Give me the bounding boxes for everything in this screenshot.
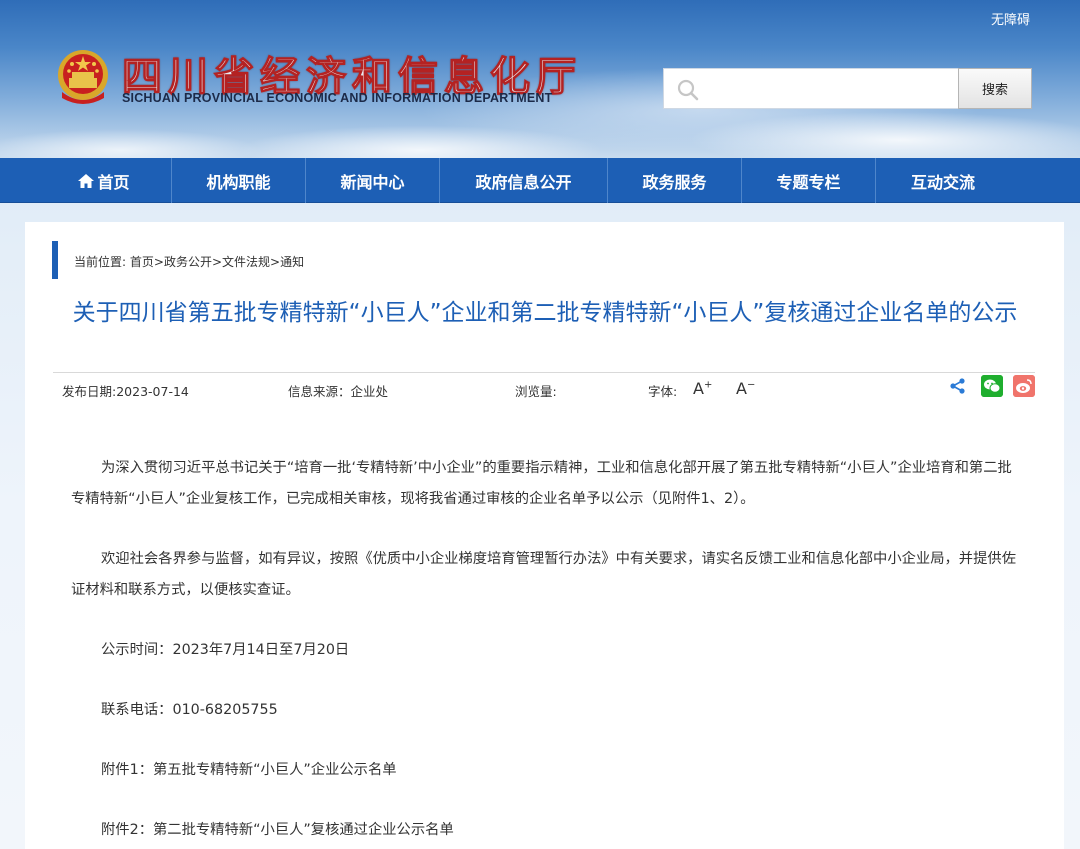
home-icon xyxy=(78,173,95,188)
article-body: 为深入贯彻习近平总书记关于“培育一批‘专精特新’中小企业”的重要指示精神，工业和… xyxy=(71,453,1021,849)
nav-item-label: 政务服务 xyxy=(642,172,707,192)
search-icon xyxy=(677,79,699,101)
font-increase-label: A xyxy=(693,379,704,398)
nav-item-interaction[interactable]: 互动交流 xyxy=(876,158,1010,203)
accessibility-link[interactable]: 无障碍 xyxy=(991,9,1030,28)
share-icon[interactable] xyxy=(949,377,967,395)
attachment-link-2[interactable]: 附件2：第二批专精特新“小巨人”复核通过企业公示名单 xyxy=(71,815,1021,846)
font-decrease-label: A xyxy=(736,379,747,398)
breadcrumb-item-notices[interactable]: 通知 xyxy=(280,255,304,269)
site-header: 无障碍 四川省经济和信息化厅 SICHUAN PROVINCIAL ECONOM… xyxy=(0,0,1080,158)
breadcrumb-item-home[interactable]: 首页 xyxy=(130,255,154,269)
article-paragraph: 为深入贯彻习近平总书记关于“培育一批‘专精特新’中小企业”的重要指示精神，工业和… xyxy=(71,460,1012,507)
wechat-icon[interactable] xyxy=(981,375,1003,397)
breadcrumb: 当前位置: 首页>政务公开>文件法规>通知 xyxy=(74,253,304,270)
article-paragraph: 联系电话：010-68205755 xyxy=(101,702,278,718)
info-source: 信息来源：企业处 xyxy=(288,384,389,399)
publish-date: 发布日期:2023-07-14 xyxy=(62,384,189,399)
font-increase-button[interactable]: A+ xyxy=(693,379,712,398)
breadcrumb-prefix: 当前位置: xyxy=(74,255,127,269)
nav-item-services[interactable]: 政务服务 xyxy=(608,158,742,203)
nav-item-label: 首页 xyxy=(97,172,130,192)
nav-item-label: 政府信息公开 xyxy=(475,172,572,192)
main-nav: 首页 机构职能 新闻中心 政府信息公开 政务服务 专题专栏 互动交流 xyxy=(0,158,1080,203)
article-meta: 发布日期:2023-07-14 信息来源：企业处 浏览量: 字体: A+ A− xyxy=(53,372,1035,402)
attachment-link-1[interactable]: 附件1：第五批专精特新“小巨人”企业公示名单 xyxy=(71,755,1021,786)
breadcrumb-separator: > xyxy=(270,255,281,269)
national-emblem-icon xyxy=(58,50,108,104)
article-paragraph: 公示时间：2023年7月14日至7月20日 xyxy=(101,642,350,658)
site-title-english: SICHUAN PROVINCIAL ECONOMIC AND INFORMAT… xyxy=(122,91,553,105)
nav-item-label: 互动交流 xyxy=(910,172,975,192)
article-paragraph: 欢迎社会各界参与监督，如有异议，按照《优质中小企业梯度培育管理暂行办法》中有关要… xyxy=(71,551,1016,598)
article-title: 关于四川省第五批专精特新“小巨人”企业和第二批专精特新“小巨人”复核通过企业名单… xyxy=(72,300,1018,326)
weibo-icon[interactable] xyxy=(1013,375,1035,397)
search-button[interactable]: 搜索 xyxy=(958,68,1032,109)
nav-item-organization[interactable]: 机构职能 xyxy=(172,158,306,203)
breadcrumb-item-public-affairs[interactable]: 政务公开 xyxy=(164,255,212,269)
nav-item-label: 新闻中心 xyxy=(340,172,405,192)
search-input[interactable] xyxy=(708,69,954,108)
breadcrumb-separator: > xyxy=(153,255,164,269)
nav-item-news[interactable]: 新闻中心 xyxy=(306,158,440,203)
nav-item-label: 专题专栏 xyxy=(776,172,841,192)
nav-item-gov-info[interactable]: 政府信息公开 xyxy=(440,158,608,203)
minus-icon: − xyxy=(746,379,756,391)
breadcrumb-separator: > xyxy=(211,255,223,269)
view-count: 浏览量: xyxy=(515,384,557,399)
breadcrumb-accent-bar xyxy=(52,241,58,279)
breadcrumb-item-regulations[interactable]: 文件法规 xyxy=(222,255,270,269)
nav-item-label: 机构职能 xyxy=(206,172,271,192)
nav-item-home[interactable]: 首页 xyxy=(37,158,172,203)
font-size-label: 字体: xyxy=(648,384,678,399)
font-decrease-button[interactable]: A− xyxy=(736,379,755,398)
search-box xyxy=(663,68,959,109)
nav-item-topics[interactable]: 专题专栏 xyxy=(742,158,876,203)
plus-icon: + xyxy=(703,379,713,391)
content-panel: 当前位置: 首页>政务公开>文件法规>通知 关于四川省第五批专精特新“小巨人”企… xyxy=(25,222,1064,849)
